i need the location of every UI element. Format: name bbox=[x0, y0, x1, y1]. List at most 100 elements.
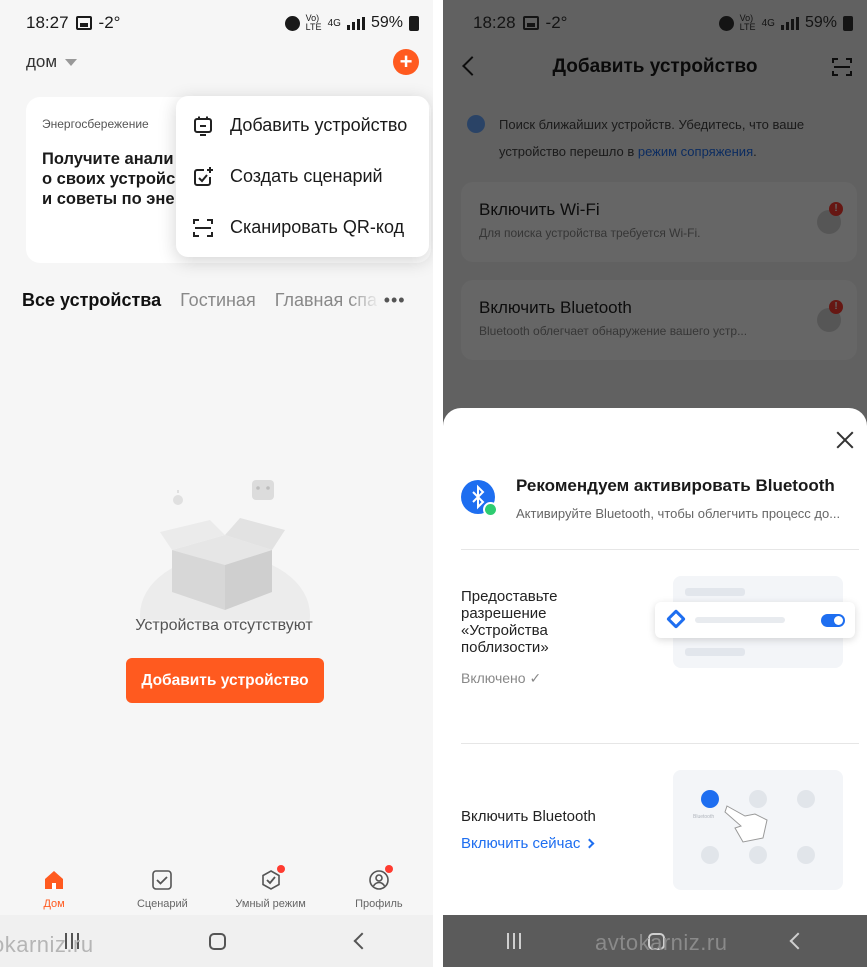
gallery-icon bbox=[75, 16, 92, 30]
nearby-devices-icon bbox=[666, 609, 686, 629]
permission-status: Включено ✓ bbox=[461, 670, 542, 686]
bluetooth-settings-illustration: Bluetooth bbox=[673, 770, 843, 890]
alarm-icon bbox=[718, 15, 734, 31]
page-title: Добавить устройство bbox=[552, 56, 758, 77]
check-icon bbox=[483, 502, 498, 517]
step-title: Включить Bluetooth bbox=[479, 298, 632, 317]
divider bbox=[461, 549, 859, 550]
bottom-tab-bar: Дом Сценарий Умный режим Профиль bbox=[0, 859, 433, 915]
step-title: Включить Wi-Fi bbox=[479, 200, 600, 219]
tab-label: Умный режим bbox=[235, 898, 306, 910]
permission-illustration bbox=[655, 576, 855, 668]
network-type: 4G bbox=[761, 17, 775, 29]
empty-box-illustration bbox=[140, 470, 310, 675]
qr-scan-icon bbox=[192, 217, 214, 239]
home-button-icon[interactable] bbox=[209, 932, 226, 950]
plus-icon[interactable]: + bbox=[393, 49, 419, 75]
alert-icon: ! bbox=[829, 202, 843, 216]
step-subtitle: Для поиска устройства требуется Wi-Fi. bbox=[479, 226, 701, 240]
tab-all-devices[interactable]: Все устройства bbox=[22, 290, 161, 311]
menu-item-label: Добавить устройство bbox=[230, 115, 408, 135]
battery-percent: 59% bbox=[370, 14, 403, 31]
status-temp: -2° bbox=[98, 13, 121, 32]
tab-scene[interactable]: Сценарий bbox=[108, 859, 216, 915]
menu-item-add-device[interactable]: Добавить устройство bbox=[176, 100, 429, 151]
step-subtitle: Bluetooth облегчает обнаружение вашего у… bbox=[479, 324, 748, 338]
search-hint: Поиск ближайших устройств. Убедитесь, чт… bbox=[467, 111, 847, 165]
tab-label: Дом bbox=[43, 898, 65, 910]
battery-percent: 59% bbox=[804, 14, 837, 31]
enable-bluetooth-row: Включить Bluetooth Включить сейчас bbox=[461, 808, 661, 853]
recents-icon[interactable] bbox=[506, 933, 521, 949]
home-selector[interactable]: дом bbox=[26, 52, 78, 72]
add-popup-menu: Добавить устройство Создать сценарий Ска… bbox=[176, 96, 429, 257]
hand-pointer-icon bbox=[724, 805, 768, 843]
divider bbox=[461, 743, 859, 744]
watermark: avtokarniz.ru bbox=[595, 930, 728, 955]
gallery-icon bbox=[522, 16, 539, 30]
illustration-label: Bluetooth bbox=[693, 814, 715, 820]
volte-icon: Vo) LTE bbox=[739, 13, 756, 32]
enable-now-link[interactable]: Включить сейчас bbox=[461, 835, 595, 852]
scene-icon bbox=[152, 870, 173, 890]
tab-label: Сценарий bbox=[136, 898, 188, 910]
network-type: 4G bbox=[327, 17, 341, 29]
room-tabs: Все устройства Гостиная Главная спа ••• bbox=[22, 290, 422, 311]
add-device-icon bbox=[192, 115, 214, 137]
permission-title: Предоставьте разрешение «Устройства побл… bbox=[461, 588, 558, 656]
pairing-mode-link[interactable]: режим сопряжения bbox=[638, 144, 753, 159]
battery-icon bbox=[843, 15, 853, 31]
create-scene-icon bbox=[192, 166, 214, 188]
menu-item-label: Сканировать QR-код bbox=[230, 217, 405, 237]
back-icon[interactable] bbox=[353, 932, 371, 950]
tab-master-bedroom[interactable]: Главная спа bbox=[275, 290, 380, 311]
permission-popup-illustration bbox=[655, 602, 855, 638]
chevron-right-icon bbox=[584, 838, 595, 849]
back-icon[interactable] bbox=[789, 932, 806, 950]
watermark: okarniz.ru bbox=[0, 932, 94, 957]
signal-icon bbox=[346, 16, 365, 30]
tab-label: Профиль bbox=[355, 898, 403, 910]
tab-living-room[interactable]: Гостиная bbox=[180, 290, 256, 311]
left-screen: 18:27 -2° Vo) LTE 4G 59% дом + Энергосбер… bbox=[0, 0, 433, 967]
tab-home[interactable]: Дом bbox=[0, 859, 108, 915]
battery-icon bbox=[409, 15, 419, 31]
alarm-icon bbox=[284, 15, 300, 31]
top-navigation: Добавить устройство bbox=[443, 48, 867, 86]
home-icon bbox=[45, 871, 64, 889]
tab-smart-mode[interactable]: Умный режим bbox=[217, 859, 325, 915]
menu-item-create-scene[interactable]: Создать сценарий bbox=[176, 151, 429, 202]
enable-bluetooth-card[interactable]: Включить Bluetooth Bluetooth облегчает о… bbox=[461, 280, 857, 360]
chevron-down-icon bbox=[65, 58, 78, 66]
more-icon[interactable]: ••• bbox=[384, 290, 406, 311]
enable-wifi-card[interactable]: Включить Wi-Fi Для поиска устройства тре… bbox=[461, 182, 857, 262]
nearby-devices-permission: Предоставьте разрешение «Устройства побл… bbox=[461, 588, 661, 687]
status-bar: 18:28 -2° Vo) LTE 4G 59% bbox=[443, 0, 867, 46]
close-icon[interactable] bbox=[835, 430, 855, 450]
status-bar: 18:27 -2° Vo) LTE 4G 59% bbox=[0, 0, 433, 46]
bluetooth-icon bbox=[461, 480, 498, 517]
empty-state-text: Устройства отсутствуют bbox=[135, 617, 313, 634]
sheet-header: Рекомендуем активировать Bluetooth Актив… bbox=[461, 476, 859, 526]
sheet-subtitle: Активируйте Bluetooth, чтобы облегчить п… bbox=[516, 506, 841, 521]
sheet-title: Рекомендуем активировать Bluetooth bbox=[516, 476, 835, 495]
notification-badge bbox=[384, 865, 393, 873]
right-screen: 18:28 -2° Vo) LTE 4G 59% Добавить устройс… bbox=[443, 0, 867, 967]
qr-scan-icon[interactable] bbox=[831, 56, 853, 78]
signal-icon bbox=[780, 16, 799, 30]
toggle-on-icon bbox=[821, 614, 845, 627]
status-time: 18:28 bbox=[473, 13, 516, 32]
bluetooth-bottom-sheet: Рекомендуем активировать Bluetooth Актив… bbox=[443, 408, 867, 915]
bluetooth-icon bbox=[701, 790, 719, 808]
tab-profile[interactable]: Профиль bbox=[325, 859, 433, 915]
home-label: дом bbox=[26, 52, 58, 71]
add-device-button[interactable]: Добавить устройство bbox=[126, 658, 324, 703]
menu-item-scan-qr[interactable]: Сканировать QR-код bbox=[176, 202, 429, 253]
enable-bluetooth-title: Включить Bluetooth bbox=[461, 808, 596, 825]
volte-icon: Vo) LTE bbox=[305, 13, 322, 32]
alert-icon: ! bbox=[829, 300, 843, 314]
notification-badge bbox=[276, 865, 285, 873]
status-temp: -2° bbox=[545, 13, 568, 32]
menu-item-label: Создать сценарий bbox=[230, 166, 383, 186]
status-time: 18:27 bbox=[26, 13, 69, 32]
